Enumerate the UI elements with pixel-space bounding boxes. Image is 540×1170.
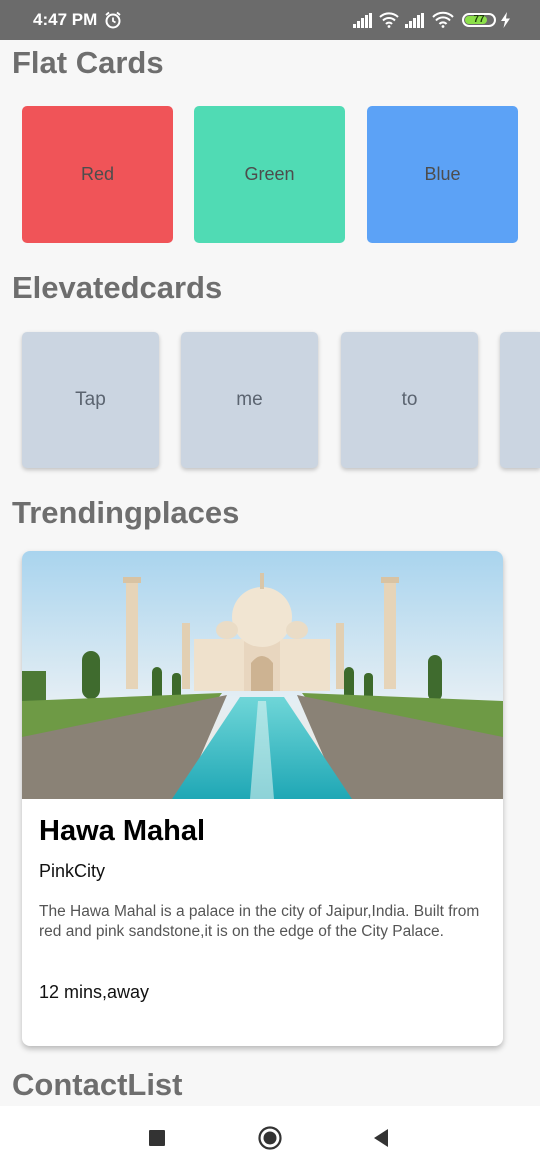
signal-icon xyxy=(405,13,424,28)
elevated-card-label: Tap xyxy=(75,389,106,410)
charging-bolt-icon xyxy=(501,12,510,28)
elevated-card-label: to xyxy=(401,389,418,410)
status-bar: 4:47 PM 77 xyxy=(0,0,540,40)
back-triangle-icon[interactable] xyxy=(372,1128,390,1148)
status-time: 4:47 PM xyxy=(33,10,98,29)
home-circle-icon[interactable] xyxy=(258,1126,282,1150)
elevated-card-label: me xyxy=(236,389,263,410)
place-label: PinkCity xyxy=(39,861,106,881)
flat-card-blue[interactable]: Blue xyxy=(367,106,518,243)
trending-place-card[interactable]: Hawa Mahal PinkCity The Hawa Mahal is a … xyxy=(22,551,503,1046)
place-description: The Hawa Mahal is a palace in the city o… xyxy=(39,903,480,940)
battery-icon: 77 xyxy=(462,13,496,27)
wifi-icon xyxy=(379,12,399,28)
trending-places-title: Trendingplaces xyxy=(12,495,240,530)
flat-card-label: Blue xyxy=(424,164,461,184)
elevated-cards-title: Elevatedcards xyxy=(12,270,223,305)
recents-square-icon[interactable] xyxy=(149,1130,165,1146)
flat-card-red[interactable]: Red xyxy=(22,106,173,243)
wifi-icon xyxy=(432,11,454,28)
battery-level-text: 77 xyxy=(473,14,485,25)
elevated-card[interactable]: Tap xyxy=(22,332,159,468)
signal-icon xyxy=(353,13,372,28)
flat-card-label: Red xyxy=(80,164,115,184)
place-photo xyxy=(22,551,503,799)
place-travel-time: 12 mins,away xyxy=(39,982,150,1002)
elevated-card-partial[interactable] xyxy=(500,332,540,468)
navigation-bar xyxy=(0,1106,540,1170)
flat-card-green[interactable]: Green xyxy=(194,106,345,243)
elevated-card[interactable]: to xyxy=(341,332,478,468)
flat-cards-title: Flat Cards xyxy=(12,45,164,80)
elevated-card[interactable]: me xyxy=(181,332,318,468)
alarm-icon xyxy=(105,11,121,29)
contact-list-title: ContactList xyxy=(12,1067,183,1102)
place-name: Hawa Mahal xyxy=(39,815,205,847)
flat-card-label: Green xyxy=(244,164,295,184)
